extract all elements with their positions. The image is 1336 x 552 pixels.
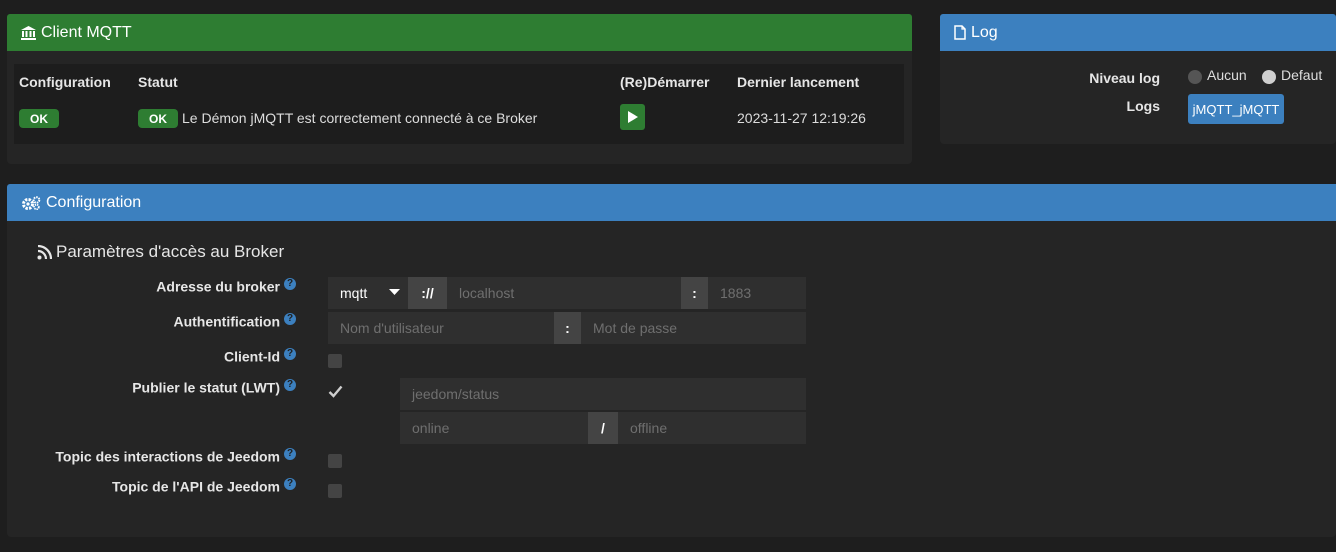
client-mqtt-header: Client MQTT bbox=[7, 14, 912, 51]
restart-button[interactable] bbox=[620, 104, 645, 130]
label-broker-address: Adresse du broker? bbox=[156, 278, 296, 295]
label-api-topic: Topic de l'API de Jeedom? bbox=[112, 478, 296, 495]
username-input[interactable]: Nom d'utilisateur bbox=[328, 312, 554, 344]
lwt-checkbox-checked[interactable] bbox=[328, 385, 343, 398]
lwt-offline-input[interactable]: offline bbox=[618, 412, 806, 444]
file-icon bbox=[954, 25, 966, 40]
config-ok-badge: OK bbox=[19, 109, 59, 128]
label-authentication: Authentification? bbox=[173, 313, 296, 330]
help-icon[interactable]: ? bbox=[284, 348, 296, 360]
client-id-checkbox[interactable] bbox=[328, 354, 342, 368]
radio-aucun-label: Aucun bbox=[1207, 67, 1247, 83]
logs-button[interactable]: jMQTT_jMQTT bbox=[1188, 94, 1284, 124]
page-footer bbox=[7, 537, 1336, 552]
log-header: Log bbox=[940, 14, 1336, 51]
cogs-icon bbox=[22, 195, 41, 210]
rss-icon bbox=[37, 244, 52, 259]
label-lwt: Publier le statut (LWT)? bbox=[132, 379, 296, 396]
play-icon bbox=[627, 111, 638, 123]
help-icon[interactable]: ? bbox=[284, 313, 296, 325]
label-client-id: Client-Id? bbox=[224, 348, 296, 365]
help-icon[interactable]: ? bbox=[284, 278, 296, 290]
help-icon[interactable]: ? bbox=[284, 379, 296, 391]
api-topic-checkbox[interactable] bbox=[328, 484, 342, 498]
radio-aucun[interactable] bbox=[1188, 70, 1202, 84]
lwt-online-input[interactable]: online bbox=[400, 412, 588, 444]
label-interactions-topic: Topic des interactions de Jeedom? bbox=[55, 448, 296, 465]
help-icon[interactable]: ? bbox=[284, 448, 296, 460]
col-restart: (Re)Démarrer bbox=[620, 74, 710, 90]
auth-separator: : bbox=[554, 312, 581, 344]
lwt-separator: / bbox=[588, 412, 618, 444]
host-input[interactable]: localhost bbox=[447, 277, 681, 309]
statut-text: Le Démon jMQTT est correctement connecté… bbox=[182, 110, 538, 126]
col-statut: Statut bbox=[138, 74, 178, 90]
port-input[interactable]: 1883 bbox=[708, 277, 806, 309]
bank-icon bbox=[21, 25, 36, 40]
broker-params-title: Paramètres d'accès au Broker bbox=[37, 242, 284, 262]
log-level-label: Niveau log bbox=[1089, 70, 1160, 86]
col-configuration: Configuration bbox=[19, 74, 111, 90]
interactions-topic-checkbox[interactable] bbox=[328, 454, 342, 468]
client-mqtt-panel: Client MQTT Configuration Statut (Re)Dém… bbox=[7, 14, 912, 164]
password-input[interactable]: Mot de passe bbox=[581, 312, 806, 344]
configuration-header: Configuration bbox=[7, 184, 1336, 221]
client-mqtt-title: Client MQTT bbox=[41, 23, 132, 41]
logs-label: Logs bbox=[1126, 98, 1160, 114]
lwt-topic-input[interactable]: jeedom/status bbox=[400, 378, 806, 410]
help-icon[interactable]: ? bbox=[284, 478, 296, 490]
statut-ok-badge: OK bbox=[138, 109, 178, 128]
protocol-value: mqtt bbox=[340, 285, 368, 301]
port-separator: : bbox=[681, 277, 708, 309]
protocol-select[interactable]: mqtt bbox=[328, 277, 408, 309]
col-last-launch: Dernier lancement bbox=[737, 74, 860, 90]
log-panel: Log Niveau log Aucun Defaut Logs jMQTT_j… bbox=[940, 14, 1336, 144]
caret-down-icon bbox=[389, 289, 400, 295]
broker-params-text: Paramètres d'accès au Broker bbox=[56, 242, 285, 261]
last-launch-value: 2023-11-27 12:19:26 bbox=[737, 110, 866, 126]
scheme-separator: :// bbox=[408, 277, 447, 309]
log-title: Log bbox=[971, 23, 998, 41]
radio-defaut-label: Defaut bbox=[1281, 67, 1323, 83]
radio-defaut[interactable] bbox=[1262, 70, 1276, 84]
configuration-title: Configuration bbox=[46, 193, 142, 211]
